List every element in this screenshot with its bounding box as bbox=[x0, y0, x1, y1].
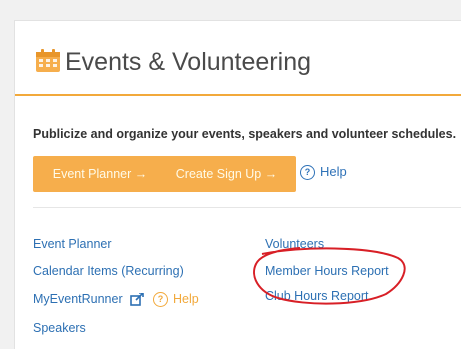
club-hours-report-link[interactable]: Club Hours Report bbox=[265, 289, 369, 303]
help-label: Help bbox=[320, 164, 347, 179]
calendar-icon bbox=[36, 49, 60, 72]
myeventrunner-help-link[interactable]: ? Help bbox=[153, 292, 199, 308]
member-hours-report-link[interactable]: Member Hours Report bbox=[265, 264, 389, 278]
event-planner-link[interactable]: Event Planner bbox=[33, 237, 112, 251]
speakers-link[interactable]: Speakers bbox=[33, 321, 86, 335]
help-link[interactable]: ? Help bbox=[300, 164, 347, 181]
create-sign-up-button[interactable]: Create Sign Up → bbox=[157, 156, 296, 192]
question-circle-icon: ? bbox=[300, 165, 315, 181]
myeventrunner-label: MyEventRunner bbox=[33, 292, 123, 306]
card-header: Events & Volunteering bbox=[15, 21, 461, 96]
help-label: Help bbox=[173, 292, 199, 306]
myeventrunner-link[interactable]: MyEventRunner bbox=[33, 292, 144, 307]
event-planner-button[interactable]: Event Planner → bbox=[33, 156, 167, 192]
volunteers-link[interactable]: Volunteers bbox=[265, 237, 324, 251]
question-circle-icon: ? bbox=[153, 292, 168, 308]
section-description: Publicize and organize your events, spea… bbox=[33, 127, 457, 141]
divider bbox=[33, 207, 461, 208]
page-title: Events & Volunteering bbox=[65, 48, 311, 76]
events-volunteering-card: Events & Volunteering Publicize and orga… bbox=[14, 20, 461, 349]
calendar-items-link[interactable]: Calendar Items (Recurring) bbox=[33, 264, 184, 278]
external-link-icon bbox=[130, 293, 144, 307]
